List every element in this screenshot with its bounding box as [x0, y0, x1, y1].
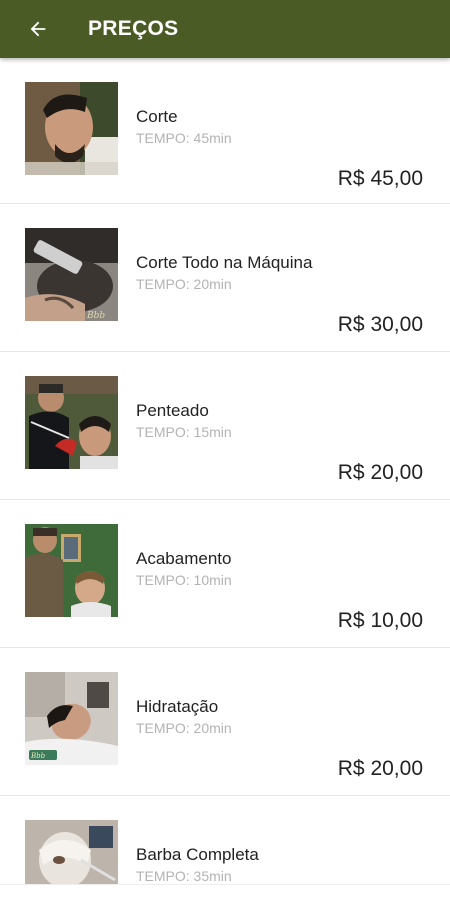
- service-photo: Bbb: [25, 672, 118, 765]
- service-photo: [25, 376, 118, 469]
- service-name: Penteado: [136, 401, 209, 420]
- service-time: TEMPO: 20min: [136, 720, 232, 736]
- list-item[interactable]: Barba Completa TEMPO: 35min: [0, 796, 450, 884]
- service-price: R$ 30,00: [337, 313, 423, 336]
- service-time: TEMPO: 10min: [136, 572, 232, 588]
- service-photo: [25, 82, 118, 175]
- arrow-left-icon: [30, 21, 46, 37]
- service-time: TEMPO: 15min: [136, 424, 232, 440]
- service-price: R$ 10,00: [337, 609, 423, 632]
- service-price: R$ 20,00: [337, 461, 423, 484]
- svg-text:Bbb: Bbb: [30, 752, 46, 760]
- price-list: Corte TEMPO: 45min R$ 45,00 Bbb Corte To…: [0, 58, 450, 884]
- service-name: Corte Todo na Máquina: [136, 253, 313, 272]
- list-item[interactable]: Acabamento TEMPO: 10min R$ 10,00: [0, 500, 450, 648]
- service-time: TEMPO: 45min: [136, 130, 232, 146]
- back-button[interactable]: [10, 0, 66, 58]
- service-photo: Bbb: [25, 228, 118, 321]
- bottom-edge: [0, 884, 450, 900]
- service-time: TEMPO: 35min: [136, 868, 232, 884]
- service-photo: [25, 524, 118, 617]
- list-item[interactable]: Penteado TEMPO: 15min R$ 20,00: [0, 352, 450, 500]
- service-name: Barba Completa: [136, 845, 259, 864]
- service-photo: [25, 820, 118, 884]
- list-item[interactable]: Corte TEMPO: 45min R$ 45,00: [0, 58, 450, 204]
- service-name: Acabamento: [136, 549, 232, 568]
- service-price: R$ 45,00: [337, 167, 423, 190]
- svg-text:Bbb: Bbb: [86, 311, 105, 321]
- list-item[interactable]: Bbb Corte Todo na Máquina TEMPO: 20min R…: [0, 204, 450, 352]
- list-item[interactable]: Bbb Hidratação TEMPO: 20min R$ 20,00: [0, 648, 450, 796]
- service-name: Hidratação: [136, 697, 219, 716]
- service-price: R$ 20,00: [337, 757, 423, 780]
- service-time: TEMPO: 20min: [136, 276, 232, 292]
- app-bar: PREÇOS: [0, 0, 450, 58]
- service-name: Corte: [136, 107, 178, 126]
- page-title: PREÇOS: [88, 17, 179, 40]
